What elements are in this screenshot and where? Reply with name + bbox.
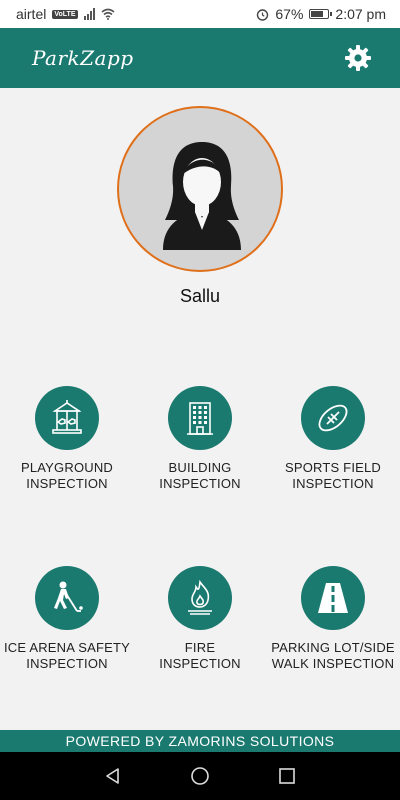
hockey-player-icon <box>54 581 83 612</box>
battery-level <box>311 11 324 17</box>
tile-label: SPORTS FIELD INSPECTION <box>266 460 400 492</box>
status-bar: airtel VoLTE 67% 2:07 pm <box>0 0 400 28</box>
tile-label-line2: INSPECTION <box>26 476 108 491</box>
tile-icon-circle <box>168 566 232 630</box>
building-inspection-tile[interactable]: BUILDING INSPECTION <box>133 386 267 492</box>
playground-inspection-tile[interactable]: PLAYGROUND INSPECTION <box>0 386 134 492</box>
football-icon <box>318 404 348 432</box>
tile-label-line2: INSPECTION <box>159 476 241 491</box>
alarm-icon <box>257 8 269 21</box>
app-logo: ParkZapp <box>32 46 134 70</box>
tile-label-line1: BUILDING <box>168 460 232 475</box>
tile-label: BUILDING INSPECTION <box>133 460 267 492</box>
powered-by-footer: POWERED BY ZAMORINS SOLUTIONS <box>0 730 400 752</box>
profile-avatar[interactable] <box>117 106 283 272</box>
tile-label-line1: FIRE <box>184 640 216 655</box>
road-icon <box>318 583 348 613</box>
carrier-name: airtel <box>16 6 47 22</box>
tile-icon-circle <box>35 386 99 450</box>
building-icon <box>187 402 213 435</box>
parking-lot-sidewalk-inspection-tile[interactable]: PARKING LOT/SIDE WALK INSPECTION <box>266 566 400 672</box>
gear-icon[interactable] <box>344 44 372 72</box>
status-right: 67% 2:07 pm <box>256 6 386 22</box>
tile-label-line1: SPORTS FIELD <box>284 460 382 475</box>
tile-label-line2: INSPECTION <box>292 476 374 491</box>
fire-icon <box>188 579 212 615</box>
fire-inspection-tile[interactable]: FIRE INSPECTION <box>133 566 267 672</box>
person-avatar-icon <box>163 142 241 250</box>
clock-time: 2:07 pm <box>335 6 386 22</box>
tile-label: PARKING LOT/SIDE WALK INSPECTION <box>266 640 400 672</box>
signal-icon <box>83 8 95 20</box>
tile-icon-circle <box>301 566 365 630</box>
carousel-icon <box>52 400 82 434</box>
tile-label: ICE ARENA SAFETY INSPECTION <box>0 640 134 672</box>
tile-icon-circle <box>35 566 99 630</box>
sports-field-inspection-tile[interactable]: SPORTS FIELD INSPECTION <box>266 386 400 492</box>
home-icon[interactable] <box>190 766 210 786</box>
tile-label-line1: PLAYGROUND <box>20 460 114 475</box>
system-nav-bar <box>0 752 400 800</box>
ice-arena-safety-inspection-tile[interactable]: ICE ARENA SAFETY INSPECTION <box>0 566 134 672</box>
wifi-icon <box>100 8 115 20</box>
tile-label-line1: ICE ARENA SAFETY <box>3 640 130 655</box>
network-badge: VoLTE <box>52 9 78 19</box>
battery-icon <box>309 9 333 19</box>
back-icon[interactable] <box>103 766 123 786</box>
tile-label-line2: INSPECTION <box>159 656 241 671</box>
tile-label: PLAYGROUND INSPECTION <box>0 460 134 492</box>
app-bar: ParkZapp <box>0 28 400 88</box>
tile-label-line1: PARKING LOT/SIDE <box>271 640 395 655</box>
user-name: Sallu <box>179 286 221 306</box>
recents-icon[interactable] <box>277 766 297 786</box>
tile-label-line2: INSPECTION <box>26 656 108 671</box>
battery-percent: 67% <box>275 6 304 22</box>
tile-label: FIRE INSPECTION <box>133 640 267 672</box>
tile-icon-circle <box>168 386 232 450</box>
tile-label-line2: WALK INSPECTION <box>271 656 395 671</box>
tile-icon-circle <box>301 386 365 450</box>
status-left: airtel VoLTE <box>16 6 115 22</box>
